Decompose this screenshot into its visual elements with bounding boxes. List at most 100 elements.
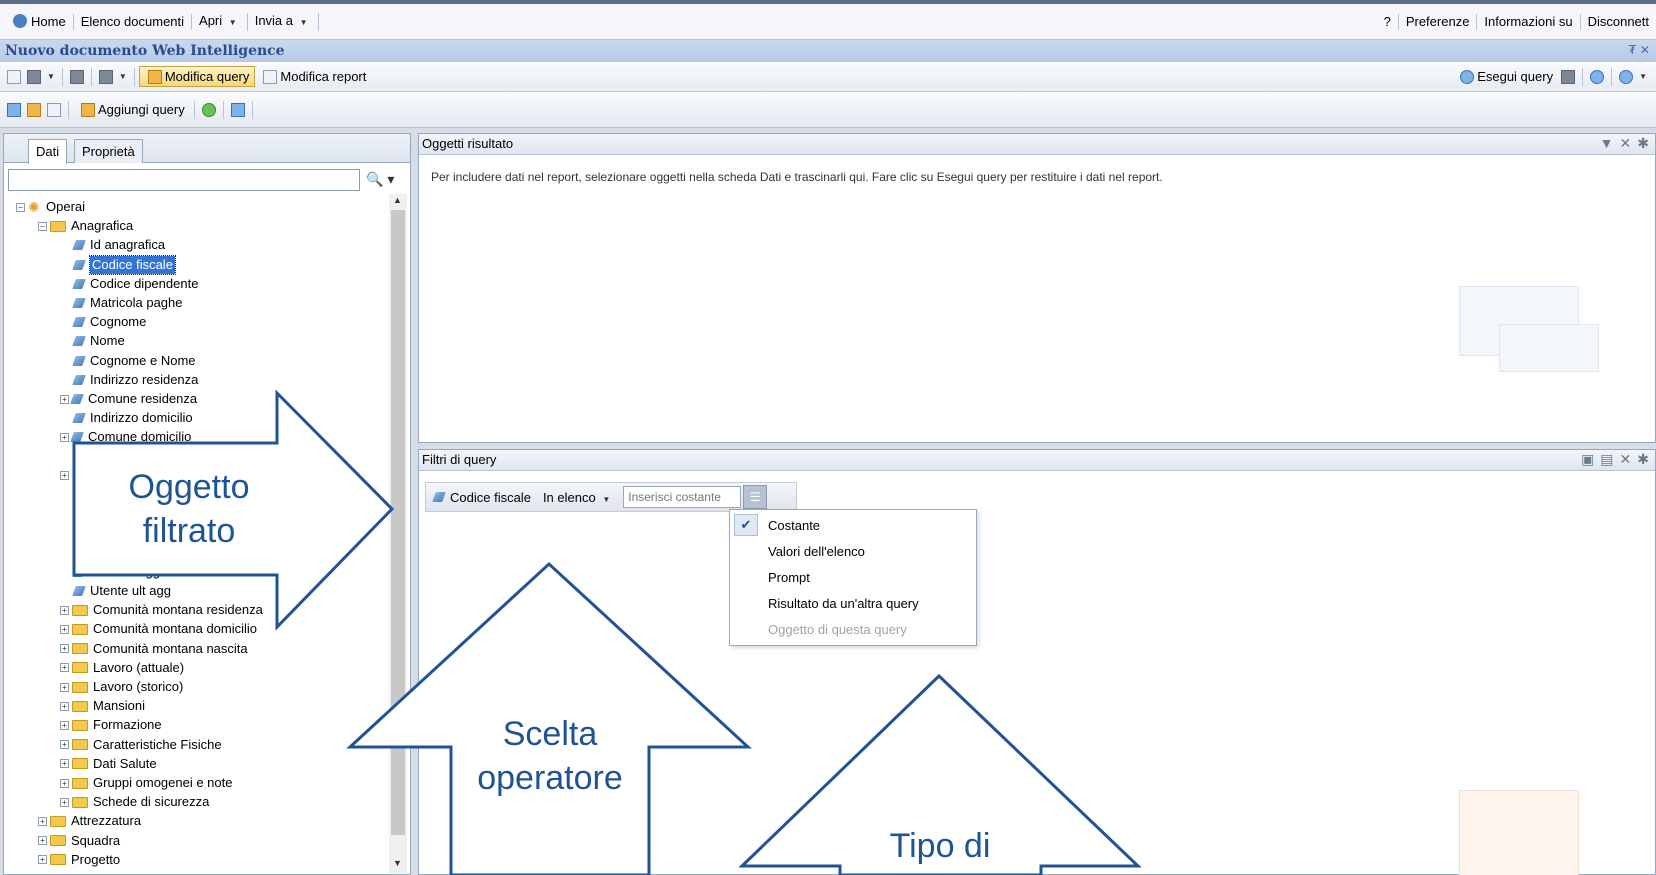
edit-report-button[interactable]: Modifica report xyxy=(255,67,371,86)
tree-node[interactable]: + Comune domicilio xyxy=(60,428,191,446)
edit-query-button[interactable]: Modifica query xyxy=(138,66,256,87)
tree-node[interactable]: Data ult agg xyxy=(60,563,160,581)
expand-icon[interactable]: + xyxy=(60,701,69,711)
menu-item-constant[interactable]: Costante xyxy=(768,518,820,533)
expand-icon[interactable]: + xyxy=(60,759,69,769)
expand-icon[interactable]: + xyxy=(60,432,69,442)
expand-icon[interactable]: + xyxy=(60,605,69,615)
expand-icon[interactable]: + xyxy=(38,836,47,846)
expand-icon[interactable]: + xyxy=(60,644,69,654)
cancel-query-icon[interactable] xyxy=(1561,69,1576,84)
tree-node[interactable]: Codice dipendente xyxy=(60,275,198,293)
tree-node[interactable]: + Comunità montana nascita xyxy=(60,640,248,658)
expand-icon[interactable]: + xyxy=(60,778,69,788)
tree-node[interactable]: − Anagrafica xyxy=(38,217,133,235)
tree-node[interactable]: + Schede di sicurezza xyxy=(60,793,209,811)
scroll-up-icon[interactable]: ▲ xyxy=(393,195,402,205)
expand-icon[interactable]: + xyxy=(38,816,47,826)
tab-properties[interactable]: Proprietà xyxy=(74,139,143,163)
tree-node[interactable]: + Comunità montana residenza xyxy=(60,601,263,619)
pin-icon[interactable]: ✱ xyxy=(1637,135,1649,152)
tab-data[interactable]: Dati xyxy=(28,139,68,164)
tree-node[interactable]: + Comunità montana domicilio xyxy=(60,620,257,638)
tree-node[interactable]: Nome xyxy=(60,332,125,350)
view-data-icon[interactable] xyxy=(7,102,21,117)
view-sql-icon[interactable] xyxy=(47,102,61,117)
window-controls[interactable]: ₮ ✕ xyxy=(1628,43,1650,57)
menu-item-other-query-result[interactable]: Risultato da un'altra query xyxy=(768,596,919,611)
expand-icon[interactable]: + xyxy=(60,663,69,673)
scrollbar-thumb[interactable] xyxy=(391,210,405,835)
tree-node[interactable]: − ✺ Operai xyxy=(16,198,85,216)
view-query-icon[interactable] xyxy=(27,102,41,117)
expand-icon[interactable]: + xyxy=(60,394,69,404)
nav-document-list[interactable]: Elenco documenti xyxy=(74,13,193,30)
tree-node[interactable]: Cognome e Nome xyxy=(60,352,196,370)
expand-icon[interactable]: + xyxy=(60,797,69,807)
nav-send-to-menu[interactable]: Invia a ▼ xyxy=(248,12,319,31)
run-query-button[interactable]: Esegui query xyxy=(1452,67,1558,86)
operator-select[interactable]: In elenco ▼ xyxy=(543,490,613,505)
tree-node[interactable]: + Progetto xyxy=(38,851,120,869)
tree-node[interactable]: + Squadra xyxy=(38,832,120,850)
tree-node[interactable]: + Lavoro (storico) xyxy=(60,678,183,696)
scroll-down-icon[interactable]: ▼ xyxy=(393,858,402,868)
tree-node[interactable]: + Dati Salute xyxy=(60,755,157,773)
find-icon[interactable]: 🔍 ▾ xyxy=(366,171,394,188)
expand-icon[interactable]: + xyxy=(60,720,69,730)
tree-node[interactable]: + Lavoro (attuale) xyxy=(60,659,184,677)
expand-icon[interactable]: + xyxy=(38,855,47,865)
add-filter-icon[interactable]: ▣ xyxy=(1581,451,1594,468)
nav-about[interactable]: Informazioni su xyxy=(1477,13,1581,30)
expand-icon[interactable]: + xyxy=(60,740,69,750)
sql-viewer-icon[interactable] xyxy=(230,102,245,117)
nav-logout[interactable]: Disconnett xyxy=(1581,14,1656,30)
tree-node[interactable]: Cognome xyxy=(60,313,146,331)
filter-icon[interactable]: ▼ xyxy=(1600,135,1614,152)
save-icon[interactable] xyxy=(27,69,41,84)
collapse-icon[interactable]: − xyxy=(38,221,47,231)
expand-icon[interactable]: + xyxy=(60,682,69,692)
tree-node[interactable]: Indirizzo residenza xyxy=(60,371,198,389)
chevron-down-icon[interactable]: ▼ xyxy=(1639,72,1647,81)
properties-icon[interactable] xyxy=(1590,69,1605,84)
export-icon[interactable] xyxy=(98,69,113,84)
tree-node[interactable]: Codice fiscale xyxy=(60,254,176,275)
tree-node[interactable] xyxy=(60,544,90,562)
chevron-down-icon[interactable]: ▼ xyxy=(47,72,55,81)
tree-node[interactable]: Utente ult agg xyxy=(60,582,171,600)
nav-home[interactable]: Home xyxy=(6,13,74,30)
tree-node[interactable]: + Formazione xyxy=(60,716,162,734)
operand-type-button[interactable]: ☰ xyxy=(743,485,768,509)
new-document-icon[interactable] xyxy=(7,69,21,84)
add-query-button[interactable]: Aggiungi query xyxy=(73,100,190,119)
pin-icon[interactable]: ✱ xyxy=(1637,451,1649,468)
tree-node[interactable]: + Comune residenza xyxy=(60,390,197,408)
collapse-icon[interactable]: − xyxy=(16,202,25,212)
tree-node[interactable]: Data di nascita xyxy=(60,448,176,466)
close-icon[interactable]: ✕ xyxy=(1620,135,1632,152)
help-icon[interactable] xyxy=(1619,69,1634,84)
tree-node[interactable]: + Gruppi omogenei e note xyxy=(60,774,232,792)
tree-node[interactable]: Matricola paghe xyxy=(60,294,183,312)
tree-node[interactable] xyxy=(60,524,90,542)
nav-preferences[interactable]: Preferenze xyxy=(1399,13,1478,30)
chevron-down-icon[interactable]: ▼ xyxy=(119,72,127,81)
tree-node[interactable]: Indirizzo domicilio xyxy=(60,409,193,427)
combined-query-icon[interactable] xyxy=(201,102,216,117)
print-icon[interactable] xyxy=(69,69,84,84)
tree-node[interactable] xyxy=(60,486,90,504)
menu-item-prompt[interactable]: Prompt xyxy=(768,570,810,585)
menu-item-list-values[interactable]: Valori dell'elenco xyxy=(768,544,865,559)
result-objects-panel[interactable]: Oggetti risultato ▼ ✕ ✱ Per includere da… xyxy=(418,133,1656,443)
close-icon[interactable]: ✕ xyxy=(1620,451,1632,468)
tree-scrollbar[interactable]: ▲ ▼ xyxy=(389,194,407,874)
tree-node[interactable]: + Caratteristiche Fisiche xyxy=(60,736,222,754)
tree-node[interactable]: + Mansioni xyxy=(60,697,145,715)
nav-open-menu[interactable]: Apri ▼ xyxy=(192,12,248,31)
tree-node[interactable] xyxy=(60,505,90,523)
search-input[interactable] xyxy=(8,169,360,191)
constant-input[interactable] xyxy=(623,486,742,508)
expand-icon[interactable]: + xyxy=(60,624,69,634)
subquery-icon[interactable]: ▤ xyxy=(1600,451,1613,468)
